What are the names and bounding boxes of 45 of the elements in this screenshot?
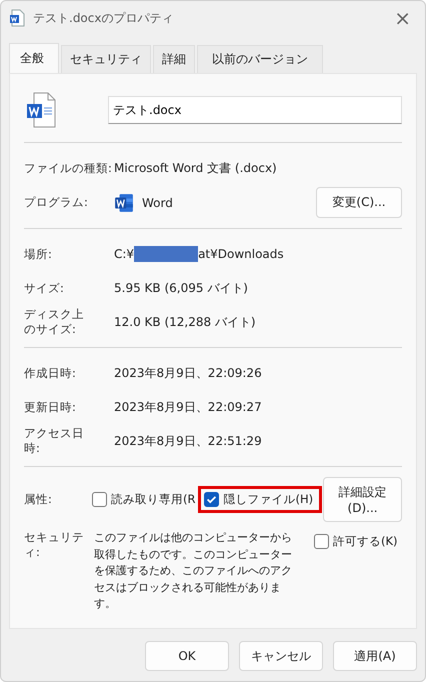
field-label: アクセス日時: bbox=[24, 426, 85, 456]
field-label: 更新日時: bbox=[24, 400, 77, 414]
checkbox-box[interactable] bbox=[92, 492, 107, 507]
checkbox-label: 隠しファイル(H) bbox=[223, 492, 314, 507]
field-label: ディスク上のサイズ: bbox=[24, 307, 85, 337]
tab[interactable]: 詳細 bbox=[153, 45, 195, 73]
dialog-button[interactable]: キャンセル bbox=[239, 641, 323, 671]
path-end: at¥Downloads bbox=[198, 247, 284, 261]
dialog-button[interactable]: 適用(A) bbox=[333, 641, 417, 671]
close-button[interactable]: × bbox=[388, 6, 417, 30]
field-label: セキュリティ: bbox=[24, 530, 85, 560]
redaction-bar bbox=[134, 246, 198, 262]
checkbox-box[interactable] bbox=[314, 534, 329, 549]
field-label: ファイルの種類: bbox=[24, 160, 113, 176]
field-value: 2023年8月9日、22:09:26 bbox=[114, 364, 262, 382]
window-title: テスト.docxのプロパティ bbox=[33, 10, 174, 26]
file-name-field[interactable]: テスト.docx bbox=[108, 96, 402, 124]
tab[interactable]: 以前のバージョン bbox=[197, 45, 323, 73]
field-value: 2023年8月9日、22:09:27 bbox=[114, 398, 262, 416]
field-label: サイズ: bbox=[24, 280, 65, 296]
path-start: C:¥ bbox=[114, 247, 134, 261]
tab[interactable]: セキュリティ bbox=[61, 45, 151, 73]
checkbox[interactable]: 読み取り専用(R bbox=[90, 489, 198, 510]
word-document-icon bbox=[26, 92, 56, 128]
security-message: このファイルは他のコンピューターから取得したものです。このコンピューターを保護するため、このファイルへのアクセスはブロックされる可能性があります。 bbox=[94, 530, 293, 612]
field-value: 12.0 KB (12,288 バイト) bbox=[114, 314, 256, 330]
checkbox-label: 許可する(K) bbox=[333, 534, 398, 549]
field-value: 5.95 KB (6,095 バイト) bbox=[114, 280, 248, 296]
field-label: プログラム: bbox=[24, 195, 89, 210]
checkbox[interactable]: 許可する(K) bbox=[312, 530, 400, 552]
advanced-button[interactable]: 詳細設定(D)... bbox=[323, 477, 402, 522]
document-icon bbox=[9, 9, 25, 27]
program-name: Word bbox=[142, 196, 173, 210]
field-label: 作成日時: bbox=[24, 366, 77, 380]
tab[interactable]: 全般 bbox=[9, 43, 59, 73]
change-button[interactable]: 変更(C)... bbox=[316, 187, 402, 218]
field-value: 2023年8月9日、22:51:29 bbox=[114, 432, 262, 450]
field-label: 属性: bbox=[24, 492, 53, 507]
field-label: 場所: bbox=[24, 246, 53, 262]
field-value: Microsoft Word 文書 (.docx) bbox=[114, 160, 277, 176]
checkbox[interactable]: 隠しファイル(H) bbox=[201, 489, 320, 510]
dialog-button[interactable]: OK bbox=[145, 641, 229, 671]
checkbox-box[interactable] bbox=[204, 492, 220, 507]
word-app-icon bbox=[114, 192, 134, 212]
checkbox-label: 読み取り専用(R bbox=[111, 492, 196, 507]
